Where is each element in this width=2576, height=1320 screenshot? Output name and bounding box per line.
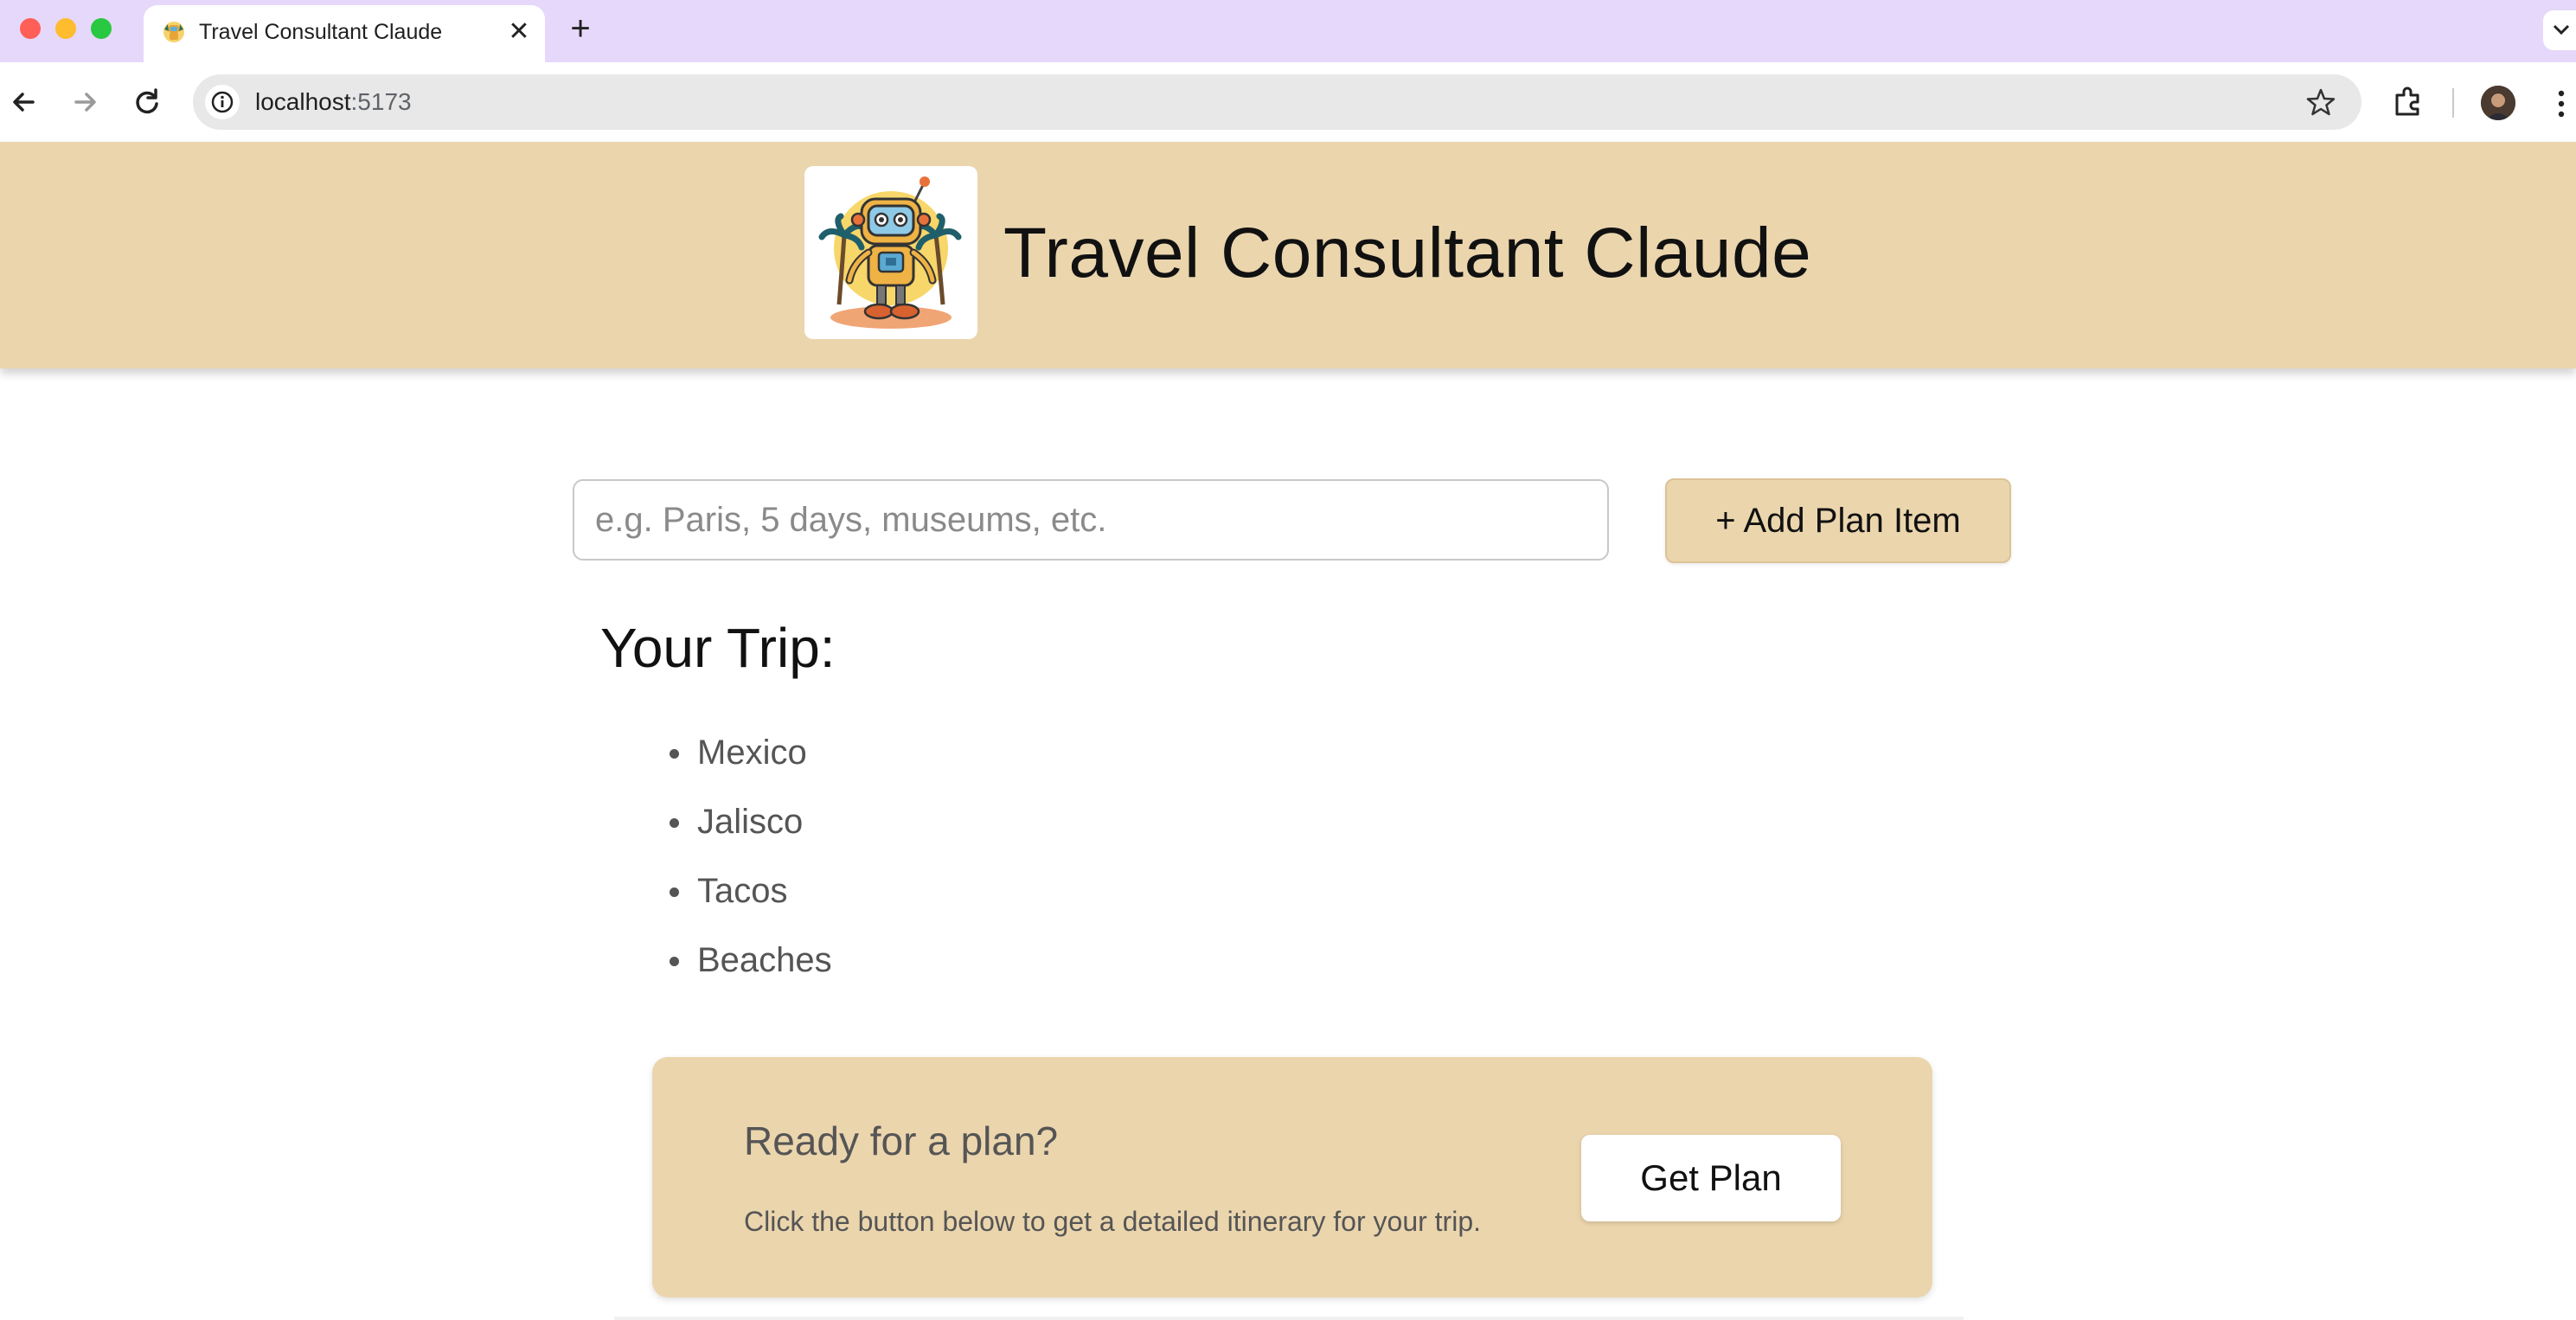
chevron-down-icon — [2553, 24, 2570, 35]
trip-item: Mexico — [666, 728, 832, 798]
trip-item: Beaches — [666, 936, 832, 1005]
trip-item-label: Tacos — [697, 872, 788, 910]
person-avatar-icon — [2481, 86, 2515, 120]
toolbar-divider — [2452, 88, 2454, 118]
trip-item-label: Mexico — [697, 734, 807, 772]
close-tab-icon[interactable]: ✕ — [503, 16, 535, 48]
forward-arrow-icon[interactable] — [64, 81, 106, 123]
robot-traveler-logo-icon — [818, 176, 962, 329]
content-divider — [614, 1317, 1964, 1320]
bullet-icon — [670, 749, 679, 759]
extensions-puzzle-icon[interactable] — [2389, 83, 2427, 121]
tab-title: Travel Consultant Claude — [199, 20, 443, 44]
bullet-icon — [670, 887, 679, 897]
bullet-icon — [670, 818, 679, 828]
add-plan-item-button[interactable]: + Add Plan Item — [1665, 478, 2011, 563]
address-bar[interactable]: localhost:5173 — [193, 74, 2361, 130]
info-icon — [211, 91, 234, 113]
app-logo — [804, 166, 977, 339]
plan-card-description: Click the button below to get a detailed… — [744, 1206, 1481, 1237]
robot-favicon-icon — [163, 22, 184, 42]
site-info-button[interactable] — [205, 85, 240, 119]
trip-heading: Your Trip: — [600, 617, 836, 679]
reload-icon[interactable] — [126, 81, 168, 123]
more-menu-icon[interactable] — [2548, 85, 2574, 123]
trip-item-label: Jalisco — [697, 803, 804, 841]
browser-tab-active[interactable]: Travel Consultant Claude ✕ — [144, 5, 545, 62]
plan-item-input[interactable] — [573, 479, 1609, 561]
tab-search-button[interactable] — [2543, 10, 2576, 50]
back-arrow-icon[interactable] — [3, 81, 45, 123]
app-header: Travel Consultant Claude — [0, 142, 2576, 368]
url-host: localhost — [255, 88, 351, 115]
bullet-icon — [670, 957, 679, 966]
trip-item-label: Beaches — [697, 941, 832, 979]
trip-item: Jalisco — [666, 798, 832, 867]
plan-card-title: Ready for a plan? — [744, 1118, 1059, 1163]
new-tab-icon[interactable]: + — [562, 11, 599, 48]
profile-avatar[interactable] — [2481, 86, 2515, 120]
bookmark-star-icon[interactable] — [2305, 87, 2336, 118]
close-window-button[interactable] — [20, 18, 41, 39]
trip-item: Tacos — [666, 867, 832, 936]
maximize-window-button[interactable] — [91, 18, 112, 39]
address-url: localhost:5173 — [255, 88, 412, 116]
get-plan-button[interactable]: Get Plan — [1581, 1135, 1841, 1221]
plan-card: Ready for a plan? Click the button below… — [652, 1057, 1932, 1298]
trip-items-list: Mexico Jalisco Tacos Beaches — [666, 728, 832, 1005]
minimize-window-button[interactable] — [55, 18, 76, 39]
browser-tab-strip: Travel Consultant Claude ✕ + — [0, 0, 2576, 62]
app-title: Travel Consultant Claude — [1003, 214, 1812, 292]
browser-toolbar: localhost:5173 — [0, 62, 2576, 142]
url-port: :5173 — [350, 88, 412, 115]
